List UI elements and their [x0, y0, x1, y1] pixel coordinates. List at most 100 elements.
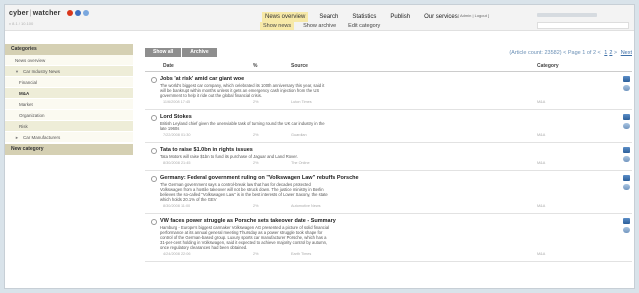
news-percent: 2% — [253, 100, 259, 104]
edit-icon[interactable] — [623, 114, 630, 120]
row-actions — [623, 114, 630, 129]
news-percent: 2% — [253, 133, 259, 137]
sidebar-heading: Categories — [5, 44, 133, 55]
sidebar-item-label: Car Industry News — [22, 69, 60, 74]
nav-news-overview[interactable]: News overview — [262, 12, 309, 22]
app-window: cyber|watcher v 8.1 / 10.100 News overvi… — [4, 4, 635, 289]
nav-search[interactable]: Search — [316, 12, 341, 22]
red-dot-icon — [67, 10, 73, 16]
news-description: British Leyland chief given the unenviab… — [160, 121, 325, 131]
sidebar-item-label: Risk — [19, 124, 28, 129]
select-radio[interactable] — [151, 77, 157, 83]
info-icon[interactable] — [623, 227, 630, 233]
edit-icon[interactable] — [623, 175, 630, 181]
news-row[interactable]: Lord Stokes British Leyland chief given t… — [145, 110, 632, 143]
news-percent: 2% — [253, 161, 259, 165]
col-category[interactable]: Category — [537, 63, 559, 69]
sidebar: Categories News overview ▼ Car Industry Ne… — [5, 44, 133, 155]
collapse-arrow-icon[interactable]: ► — [15, 132, 19, 143]
main-content: Show all Archive (Article count: 23582) … — [145, 48, 632, 262]
news-source: Guardian — [291, 133, 307, 137]
edit-icon[interactable] — [623, 218, 630, 224]
select-radio[interactable] — [151, 148, 157, 154]
nav-statistics[interactable]: Statistics — [349, 12, 379, 22]
news-meta: 7/22/2008 01:30 2% Guardian M&A — [145, 133, 632, 139]
news-description: The German government says a control-bre… — [160, 182, 328, 202]
sidebar-item[interactable]: Financial — [5, 77, 133, 88]
news-date: 7/22/2008 01:30 — [163, 133, 191, 137]
row-actions — [623, 218, 630, 233]
news-description: Tata Motors will raise $1bn to fund its … — [160, 154, 298, 159]
logo[interactable]: cyber|watcher — [9, 10, 61, 17]
info-icon[interactable] — [623, 156, 630, 162]
sidebar-item[interactable]: ► Car Manufacturers — [5, 132, 133, 143]
news-category: M&A — [537, 161, 546, 165]
news-row[interactable]: Tata to raise $1.0bn in rights issues Tat… — [145, 143, 632, 171]
expand-arrow-icon[interactable]: ▼ — [15, 66, 19, 77]
news-source: The Online — [291, 161, 310, 165]
news-category: M&A — [537, 100, 546, 104]
news-source: Luton Times — [291, 100, 312, 104]
sidebar-item[interactable]: M&A — [5, 88, 133, 99]
table-header: Date % Source Category — [145, 62, 632, 72]
new-category-button[interactable]: New category — [5, 144, 133, 155]
news-title[interactable]: Tata to raise $1.0bn in rights issues — [160, 147, 632, 153]
sidebar-item[interactable]: ▼ Car Industry News — [5, 66, 133, 77]
select-radio[interactable] — [151, 219, 157, 225]
news-title[interactable]: VW faces power struggle as Porsche sets … — [160, 218, 632, 224]
edit-icon[interactable] — [623, 76, 630, 82]
news-title[interactable]: Lord Stokes — [160, 114, 632, 120]
tab-archive[interactable]: Archive — [182, 48, 217, 57]
edit-icon[interactable] — [623, 147, 630, 153]
news-date: 8/30/2008 11:00 — [163, 204, 191, 208]
news-meta: 11/6/2008 17:45 2% Luton Times M&A — [145, 100, 632, 106]
news-date: 11/6/2008 17:45 — [163, 100, 191, 104]
info-icon[interactable] — [623, 123, 630, 129]
select-radio[interactable] — [151, 176, 157, 182]
sidebar-item-label: News overview — [15, 58, 46, 63]
sidebar-item[interactable]: News overview — [5, 55, 133, 66]
light-blue-dot-icon — [83, 10, 89, 16]
blue-dot-icon — [75, 10, 81, 16]
sidebar-item[interactable]: Organization — [5, 110, 133, 121]
quick-search-input[interactable] — [537, 22, 629, 29]
nav-our-services[interactable]: Our services — [421, 12, 461, 22]
main-nav: News overview Search Statistics Publish … — [262, 12, 461, 22]
news-source: Automotive News — [291, 204, 321, 208]
sidebar-item[interactable]: Market — [5, 99, 133, 110]
sidebar-item-label: Market — [19, 102, 33, 107]
news-source: Earth Times — [291, 252, 312, 256]
info-icon[interactable] — [623, 184, 630, 190]
news-title[interactable]: Jobs 'at risk' amid car giant woe — [160, 76, 632, 82]
sidebar-item[interactable]: Risk — [5, 121, 133, 132]
info-icon[interactable] — [623, 85, 630, 91]
news-row[interactable]: Jobs 'at risk' amid car giant woe The wor… — [145, 72, 632, 110]
select-radio[interactable] — [151, 115, 157, 121]
nav-publish[interactable]: Publish — [387, 12, 413, 22]
col-date[interactable]: Date — [163, 63, 174, 69]
col-percent[interactable]: % — [253, 63, 257, 69]
sidebar-item-label: M&A — [19, 91, 30, 96]
row-actions — [623, 147, 630, 162]
subnav-edit-category[interactable]: Edit category — [345, 22, 383, 30]
admin-logout-links[interactable]: [ Admin | Logout ] — [458, 13, 489, 18]
news-date: 8/30/2008 21:45 — [163, 161, 191, 165]
news-row[interactable]: Germany: Federal government ruling on "V… — [145, 171, 632, 214]
pagination: (Article count: 23582) < Page 1 of 2 < 1… — [509, 50, 632, 56]
logo-left: cyber — [9, 10, 29, 17]
page-2-link[interactable]: 2 — [609, 50, 612, 56]
sidebar-item-label: Organization — [19, 113, 45, 118]
news-category: M&A — [537, 252, 546, 256]
logo-dots — [67, 10, 89, 16]
next-page-link[interactable]: Next — [621, 50, 632, 56]
news-row[interactable]: VW faces power struggle as Porsche sets … — [145, 214, 632, 262]
col-source[interactable]: Source — [291, 63, 308, 69]
news-category: M&A — [537, 133, 546, 137]
subnav-show-archive[interactable]: Show archive — [300, 22, 339, 30]
tab-show-all[interactable]: Show all — [145, 48, 182, 57]
news-date: 4/24/2008 22:06 — [163, 252, 191, 256]
news-title[interactable]: Germany: Federal government ruling on "V… — [160, 175, 632, 181]
row-actions — [623, 175, 630, 190]
subnav-show-news[interactable]: Show news — [260, 22, 295, 30]
page-1-link[interactable]: 1 — [604, 50, 607, 56]
